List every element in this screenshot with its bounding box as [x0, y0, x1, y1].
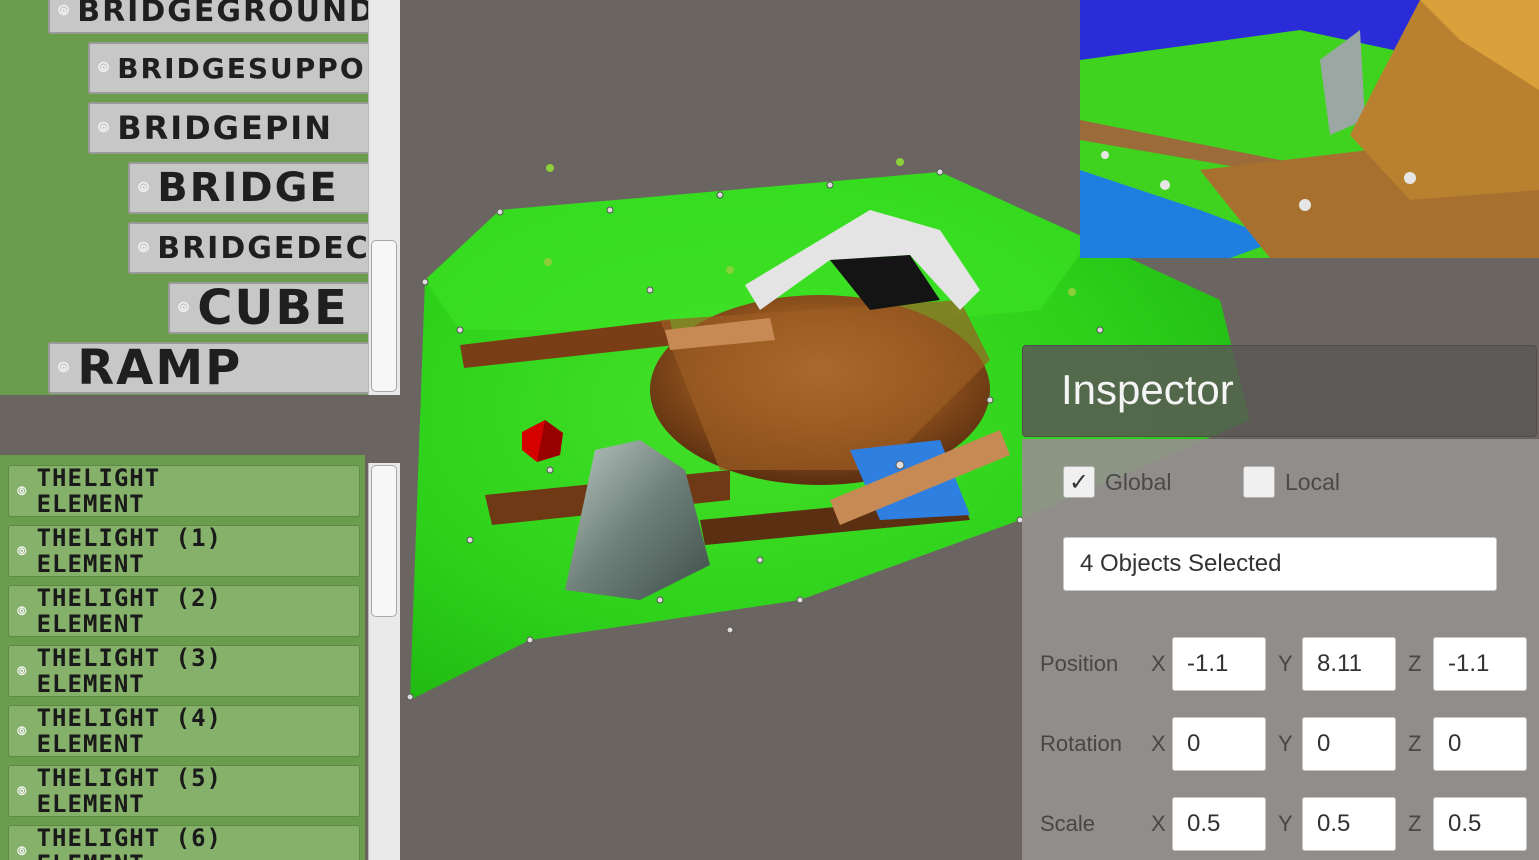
drag-handle-icon[interactable]: ⦾	[178, 300, 189, 316]
rotation-z-field[interactable]: 0	[1433, 717, 1527, 771]
drag-handle-icon[interactable]: ⦾	[17, 724, 27, 739]
list-item-thelight-3[interactable]: ⦾ TheLight (3) Element	[8, 645, 360, 697]
tree-item-ramp[interactable]: ⦾ Ramp	[48, 342, 370, 394]
drag-handle-icon[interactable]: ⦾	[58, 360, 69, 376]
drag-handle-icon[interactable]: ⦾	[17, 544, 27, 559]
list-item-thelight-2[interactable]: ⦾ TheLight (2) Element	[8, 585, 360, 637]
tree-item-cube[interactable]: ⦾ Cube	[168, 282, 370, 334]
axis-x-label: X	[1151, 731, 1166, 756]
rotation-x-field[interactable]: 0	[1172, 717, 1266, 771]
inspector-title: Inspector	[1061, 366, 1234, 413]
tree-item-bridgesupport[interactable]: ⦾ BridgeSupport	[88, 42, 370, 94]
camera-preview	[1080, 0, 1539, 258]
scene-hierarchy-panel: ⦾ BridgeGround ⦾ BridgeSupport ⦾ BridgeP…	[0, 0, 400, 395]
axis-x-label: X	[1151, 651, 1166, 676]
inspector-title-bar: Inspector	[1022, 345, 1537, 437]
list-item-thelight[interactable]: ⦾ TheLight Element	[8, 465, 360, 517]
axis-y-label: Y	[1278, 811, 1293, 836]
axis-y-label: Y	[1278, 731, 1293, 756]
drag-handle-icon[interactable]: ⦾	[17, 664, 27, 679]
drag-handle-icon[interactable]: ⦾	[17, 844, 27, 859]
scrollbar-thumb[interactable]	[371, 240, 397, 392]
scale-x-field[interactable]: 0.5	[1172, 797, 1266, 851]
drag-handle-icon[interactable]: ⦾	[138, 180, 149, 196]
list-item-thelight-5[interactable]: ⦾ TheLight (5) Element	[8, 765, 360, 817]
position-x-field[interactable]: -1.1	[1172, 637, 1266, 691]
lights-list-panel: ⦾ TheLight Element ⦾ TheLight (1) Elemen…	[0, 395, 400, 860]
drag-handle-icon[interactable]: ⦾	[98, 60, 109, 76]
rotation-label: Rotation	[1040, 731, 1122, 756]
axis-x-label: X	[1151, 811, 1166, 836]
lights-scrollbar[interactable]	[368, 463, 400, 860]
list-item-thelight-4[interactable]: ⦾ TheLight (4) Element	[8, 705, 360, 757]
drag-handle-icon[interactable]: ⦾	[17, 484, 27, 499]
camera-preview-render	[1080, 0, 1539, 258]
drag-handle-icon[interactable]: ⦾	[98, 120, 109, 136]
tree-item-bridge[interactable]: ⦾ Bridge	[128, 162, 370, 214]
drag-handle-icon[interactable]: ⦾	[138, 240, 149, 256]
global-label: Global	[1105, 468, 1172, 495]
position-label: Position	[1040, 651, 1119, 676]
drag-handle-icon[interactable]: ⦾	[17, 784, 27, 799]
global-toggle[interactable]: ✓ Global	[1063, 466, 1171, 498]
tree-item-bridgedeck[interactable]: ⦾ BridgeDeck	[128, 222, 370, 274]
scrollbar-thumb[interactable]	[371, 465, 397, 617]
tree-item-bridgepin[interactable]: ⦾ BridgePin	[88, 102, 370, 154]
list-item-thelight-6[interactable]: ⦾ TheLight (6) Element	[8, 825, 360, 860]
inspector-panel: Inspector ✓ Global Local 4 Objects Selec…	[1022, 345, 1539, 860]
axis-z-label: Z	[1408, 651, 1422, 676]
scale-z-field[interactable]: 0.5	[1433, 797, 1527, 851]
local-label: Local	[1285, 468, 1340, 495]
scale-y-field[interactable]: 0.5	[1302, 797, 1396, 851]
drag-handle-icon[interactable]: ⦾	[17, 604, 27, 619]
tree-item-bridgeground[interactable]: ⦾ BridgeGround	[48, 0, 370, 34]
position-y-field[interactable]: 8.11	[1302, 637, 1396, 691]
hierarchy-scrollbar[interactable]	[368, 0, 400, 395]
selection-status-field: 4 Objects Selected	[1063, 537, 1497, 591]
inspector-body: ✓ Global Local 4 Objects Selected Positi…	[1022, 439, 1539, 860]
rotation-y-field[interactable]: 0	[1302, 717, 1396, 771]
axis-z-label: Z	[1408, 731, 1422, 756]
axis-z-label: Z	[1408, 811, 1422, 836]
axis-y-label: Y	[1278, 651, 1293, 676]
global-checkbox[interactable]: ✓	[1063, 466, 1095, 498]
local-toggle[interactable]: Local	[1243, 466, 1340, 498]
position-z-field[interactable]: -1.1	[1433, 637, 1527, 691]
scale-label: Scale	[1040, 811, 1096, 836]
check-icon: ✓	[1068, 468, 1090, 496]
list-item-thelight-1[interactable]: ⦾ TheLight (1) Element	[8, 525, 360, 577]
drag-handle-icon[interactable]: ⦾	[58, 3, 69, 19]
local-checkbox[interactable]	[1243, 466, 1275, 498]
